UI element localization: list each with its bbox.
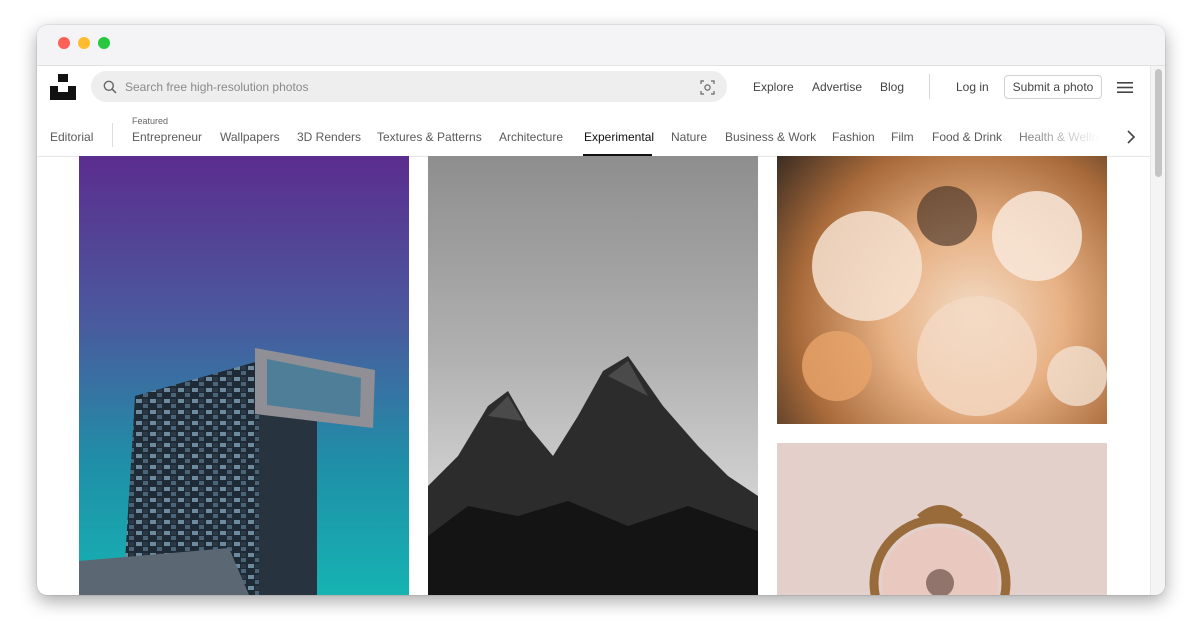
cat-3d-renders[interactable]: 3D Renders — [297, 130, 361, 144]
category-divider — [112, 123, 113, 147]
browser-window: Explore Advertise Blog Log in Submit a p… — [37, 25, 1165, 595]
search-input[interactable] — [91, 71, 727, 102]
flowers-behind-wet-glass-photo-art — [802, 186, 1107, 416]
site-header: Explore Advertise Blog Log in Submit a p… — [37, 66, 1150, 157]
hamburger-menu-icon[interactable] — [1117, 81, 1133, 94]
submit-photo-button[interactable]: Submit a photo — [1004, 75, 1102, 99]
nav-blog-link[interactable]: Blog — [880, 80, 904, 94]
nav-advertise-link[interactable]: Advertise — [812, 80, 862, 94]
cat-film[interactable]: Film — [891, 130, 914, 144]
cat-textures-patterns[interactable]: Textures & Patterns — [377, 130, 482, 144]
cat-architecture[interactable]: Architecture — [499, 130, 563, 144]
login-link[interactable]: Log in — [956, 80, 989, 94]
category-bar: Editorial Featured Entrepreneur Wallpape… — [37, 108, 1150, 156]
ornate-mirror-photo-art — [869, 505, 1011, 595]
title-bar — [37, 25, 1165, 66]
cat-business-work[interactable]: Business & Work — [725, 130, 816, 144]
cat-fashion[interactable]: Fashion — [832, 130, 875, 144]
cat-editorial[interactable]: Editorial — [50, 130, 93, 144]
chevron-right-icon[interactable] — [1125, 130, 1137, 144]
cat-wallpapers[interactable]: Wallpapers — [220, 130, 280, 144]
building-architecture-photo-art — [79, 348, 375, 595]
scrollbar[interactable] — [1150, 66, 1165, 595]
building-architecture-photo[interactable] — [79, 156, 409, 595]
header-divider — [929, 74, 930, 99]
scrollbar-thumb[interactable] — [1155, 69, 1162, 177]
cat-food-drink[interactable]: Food & Drink — [932, 130, 1002, 144]
blurred-trees-photo-art — [428, 356, 758, 595]
featured-label: Featured — [132, 116, 169, 126]
cat-health-wellness[interactable]: Health & Wellness — [1019, 130, 1117, 144]
search-icon[interactable] — [103, 80, 117, 94]
cat-entrepreneur[interactable]: Entrepreneur — [132, 130, 202, 144]
close-window-button[interactable] — [58, 37, 70, 49]
unsplash-logo-icon[interactable] — [50, 74, 76, 100]
flowers-behind-wet-glass-photo[interactable] — [777, 156, 1107, 424]
blurred-trees-photo[interactable] — [428, 156, 758, 595]
ornate-mirror-photo[interactable] — [777, 443, 1107, 595]
maximize-window-button[interactable] — [98, 37, 110, 49]
cat-experimental[interactable]: Experimental — [584, 130, 654, 144]
nav-explore-link[interactable]: Explore — [753, 80, 794, 94]
minimize-window-button[interactable] — [78, 37, 90, 49]
visual-search-icon[interactable] — [700, 80, 715, 95]
cat-nature[interactable]: Nature — [671, 130, 707, 144]
